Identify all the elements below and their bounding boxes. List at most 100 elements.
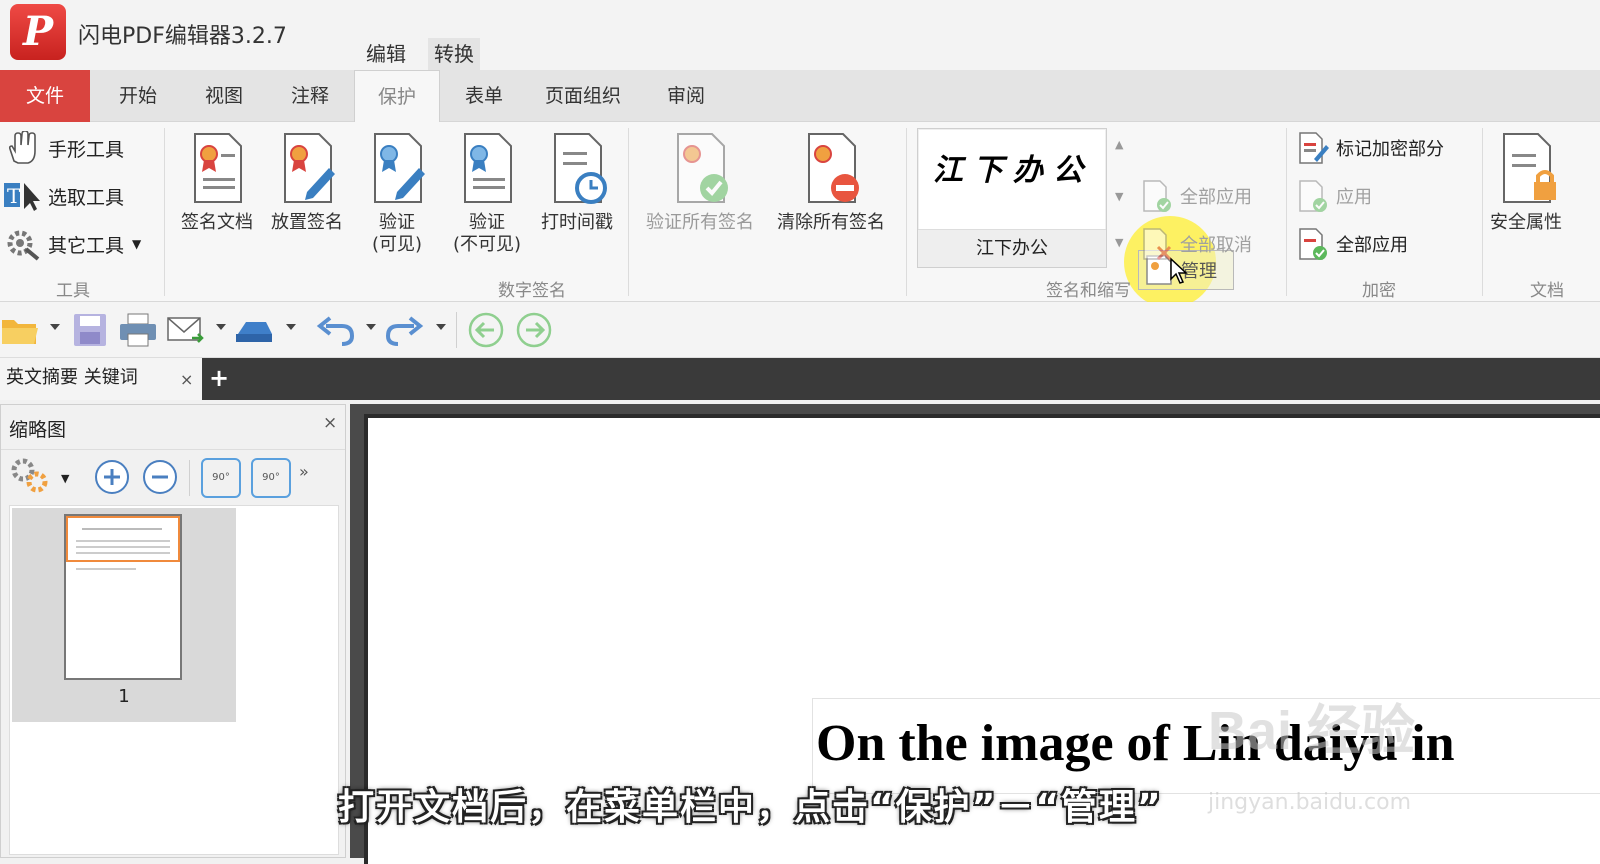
apply-all-label: 全部应用 [1180, 187, 1252, 208]
rotate-right-icon[interactable]: 90° [251, 458, 291, 498]
divider [1482, 128, 1483, 296]
timestamp-label: 打时间戳 [541, 212, 613, 233]
verify-all-label: 验证所有签名 [646, 212, 754, 233]
apply-encrypt-label: 应用 [1336, 187, 1372, 208]
mark-encrypt-button[interactable]: 标记加密部分 [1296, 130, 1444, 166]
hand-tool-button[interactable]: 手形工具 [4, 128, 124, 168]
menu-bar: 文件 开始 视图 注释 保护 表单 页面组织 审阅 [0, 70, 1600, 123]
security-properties-button[interactable]: 安全属性 [1490, 132, 1600, 234]
save-icon[interactable] [70, 312, 110, 348]
verify-visible-icon [374, 133, 425, 203]
sign-document-button[interactable]: 签名文档 [172, 132, 262, 234]
menu-annotate[interactable]: 注释 [272, 70, 348, 122]
next-view-icon[interactable] [514, 312, 554, 348]
other-tools-button[interactable]: 其它工具 ▼ [4, 224, 141, 264]
close-icon[interactable]: × [180, 360, 193, 400]
place-signature-button[interactable]: 放置签名 [262, 132, 352, 234]
redo-dropdown-icon[interactable] [436, 324, 446, 330]
chevron-down-icon[interactable]: ▼ [61, 472, 69, 485]
svg-text:T: T [7, 184, 21, 208]
menu-protect[interactable]: 保护 [354, 70, 440, 123]
thumbnail-text-line [76, 546, 170, 548]
clear-all-label: 清除所有签名 [777, 212, 885, 233]
previous-view-icon[interactable] [466, 312, 506, 348]
email-dropdown-icon[interactable] [216, 324, 226, 330]
open-folder-icon[interactable] [0, 312, 40, 348]
document-tab[interactable]: 英文摘要 关键词 × [0, 358, 202, 400]
mark-encrypt-label: 标记加密部分 [1336, 139, 1444, 160]
add-tab-button[interactable]: + [206, 364, 232, 392]
undo-dropdown-icon[interactable] [366, 324, 376, 330]
thumbnail-view-box [66, 516, 180, 562]
menu-view[interactable]: 视图 [186, 70, 262, 122]
thumbnail-list: 1 [9, 505, 339, 855]
apply-all-encrypt-label: 全部应用 [1336, 235, 1408, 256]
cancel-all-label: 全部取消 [1180, 235, 1252, 256]
video-subtitle: 打开文档后，在菜单栏中，点击“保护”－“管理” [338, 787, 1163, 828]
verify-visible-label-2: (可见) [371, 234, 423, 255]
menu-page-organize[interactable]: 页面组织 [530, 70, 636, 122]
clear-all-signatures-button[interactable]: 清除所有签名 [766, 132, 896, 234]
other-tools-label: 其它工具 [48, 234, 125, 257]
zoom-in-icon[interactable] [93, 458, 131, 496]
place-signature-icon [284, 133, 335, 203]
scan-dropdown-icon[interactable] [286, 324, 296, 330]
thumbnail-panel: 缩略图 × ▼ 90° 90° » 1 [0, 404, 346, 858]
menu-file[interactable]: 文件 [0, 70, 90, 122]
divider [628, 128, 629, 296]
clear-signatures-icon [808, 133, 859, 203]
timestamp-button[interactable]: 打时间戳 [532, 132, 622, 234]
apply-all-icon [1143, 180, 1171, 212]
redo-icon[interactable] [384, 312, 424, 348]
panel-title: 缩略图 [9, 419, 67, 441]
rotate-left-icon[interactable]: 90° [201, 458, 241, 498]
security-properties-label: 安全属性 [1490, 212, 1562, 233]
open-dropdown-icon[interactable] [50, 324, 60, 330]
signature-gallery[interactable]: 江下办公 江下办公 [917, 128, 1107, 268]
apply-all-encrypt-icon [1299, 228, 1327, 260]
menu-form[interactable]: 表单 [446, 70, 522, 122]
apply-all-encrypt-button[interactable]: 全部应用 [1296, 226, 1408, 262]
menu-start[interactable]: 开始 [100, 70, 176, 122]
scroll-down-icon[interactable]: ▼ [1115, 190, 1123, 203]
divider [906, 128, 907, 296]
verify-visible-label: 验证 [379, 212, 415, 233]
security-properties-icon [1503, 133, 1556, 203]
app-title: 闪电PDF编辑器3.2.7 [78, 24, 287, 49]
select-tool-label: 选取工具 [48, 186, 125, 209]
verify-invisible-label-2: (不可见) [452, 234, 522, 255]
expand-gallery-icon[interactable]: ▼ [1115, 236, 1123, 249]
verify-all-signatures-button[interactable]: 验证所有签名 [636, 132, 764, 234]
divider [164, 128, 165, 296]
menu-review[interactable]: 审阅 [648, 70, 724, 122]
apply-encrypt-button[interactable]: 应用 [1296, 178, 1372, 214]
zoom-out-icon[interactable] [141, 458, 179, 496]
scan-icon[interactable] [234, 312, 274, 348]
scroll-up-icon[interactable]: ▲ [1115, 138, 1123, 151]
apply-all-signatures-button[interactable]: 全部应用 [1140, 178, 1252, 214]
group-label-digital-signature: 数字签名 [498, 281, 566, 301]
document-tab-label: 英文摘要 关键词 [6, 367, 138, 388]
page-thumbnail[interactable]: 1 [12, 508, 236, 722]
context-tab-edit[interactable]: 编辑 [360, 38, 412, 70]
timestamp-icon [554, 133, 607, 204]
more-options-icon[interactable]: » [299, 462, 309, 481]
cancel-all-signatures-button[interactable]: 全部取消 [1140, 226, 1252, 262]
thumbnail-text-line [76, 540, 170, 542]
select-tool-button[interactable]: T 选取工具 [4, 176, 124, 216]
context-tab-convert[interactable]: 转换 [428, 38, 480, 70]
thumbnail-page-preview [64, 514, 182, 680]
group-label-signature-initials: 签名和缩写 [1046, 281, 1131, 301]
undo-icon[interactable] [316, 312, 356, 348]
gear-icon[interactable] [9, 456, 53, 496]
thumbnail-text-line [76, 552, 170, 554]
mark-encrypt-icon [1299, 132, 1329, 164]
verify-all-icon [677, 133, 728, 203]
watermark-logo: Bai 经验 [1208, 701, 1416, 761]
verify-invisible-button[interactable]: 验证 (不可见) [442, 132, 532, 256]
email-icon[interactable] [166, 312, 206, 348]
signature-preview: 江下办公 [933, 153, 1093, 188]
verify-visible-button[interactable]: 验证 (可见) [352, 132, 442, 256]
print-icon[interactable] [118, 312, 158, 348]
close-icon[interactable]: × [323, 413, 337, 433]
